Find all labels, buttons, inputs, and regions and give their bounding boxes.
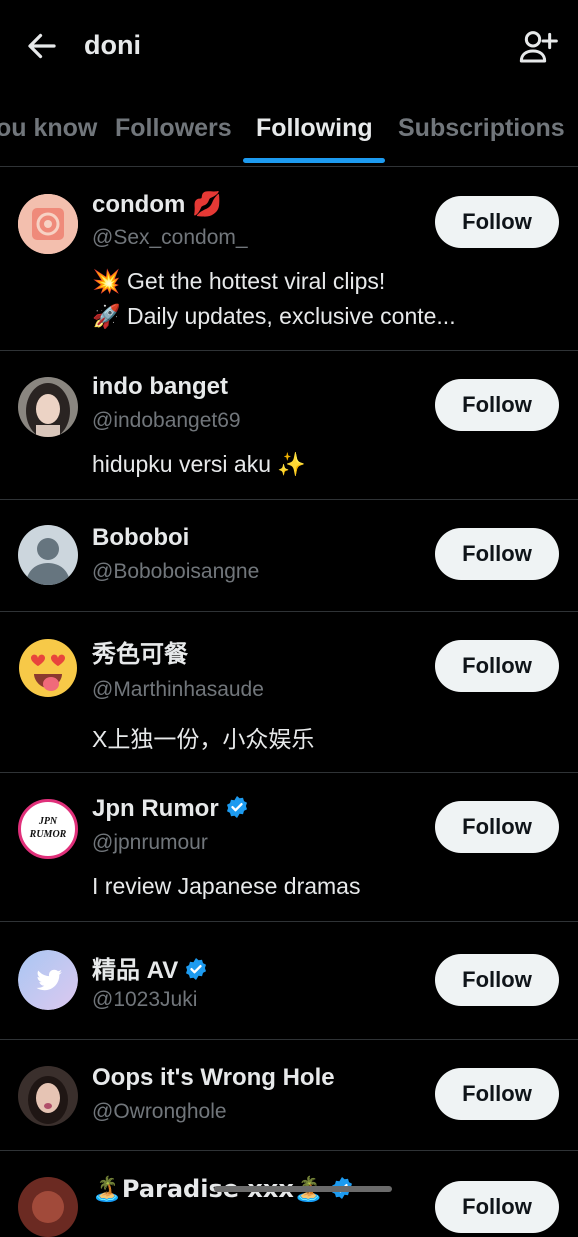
user-bio: X上独一份，小众娱乐 <box>92 726 315 752</box>
verified-badge-icon <box>186 958 207 980</box>
tab-bar: ou know Followers Following Subscription… <box>0 96 578 167</box>
follow-button[interactable]: Follow <box>435 1181 559 1233</box>
user-bio: 💥 Get the hottest viral clips! 🚀 Daily u… <box>92 268 456 329</box>
add-user-icon[interactable] <box>518 26 558 66</box>
default-avatar-icon[interactable] <box>18 525 78 585</box>
avatar[interactable] <box>18 377 78 437</box>
user-name[interactable]: Oops it's Wrong Hole <box>92 1064 335 1092</box>
avatar[interactable] <box>18 1066 78 1126</box>
list-item[interactable]: 精品 AV @1023Juki Follow <box>0 922 578 1040</box>
follow-button[interactable]: Follow <box>435 379 559 431</box>
heart-eyes-emoji-avatar[interactable] <box>18 638 78 698</box>
list-item[interactable]: condom 💋 @Sex_condom_ 💥 Get the hottest … <box>0 168 578 351</box>
page-title: doni <box>84 30 141 60</box>
user-name[interactable]: 秀色可餐 <box>92 634 188 669</box>
list-item[interactable]: 秀色可餐 @Marthinhasaude X上独一份，小众娱乐 Follow <box>0 612 578 773</box>
user-bio: hidupku versi aku ✨ <box>92 451 307 477</box>
list-item[interactable]: Oops it's Wrong Hole @Owronghole Follow <box>0 1040 578 1151</box>
list-item[interactable]: 🏝️Paradise xxx🏝️ Follow <box>0 1151 578 1237</box>
tab-people-you-know[interactable]: ou know <box>0 114 97 143</box>
user-name[interactable]: Boboboi <box>92 524 189 552</box>
list-item[interactable]: indo banget @indobanget69 hidupku versi … <box>0 351 578 500</box>
top-bar: doni <box>0 0 578 92</box>
scroll-indicator[interactable] <box>214 1186 392 1192</box>
avatar-text: RUMOR <box>29 829 67 840</box>
user-handle[interactable]: @Boboboisangne <box>92 560 259 584</box>
follow-button[interactable]: Follow <box>435 801 559 853</box>
tab-followers[interactable]: Followers <box>115 114 232 143</box>
user-bio: I review Japanese dramas <box>92 873 361 899</box>
avatar[interactable] <box>18 1177 78 1237</box>
user-handle[interactable]: @jpnrumour <box>92 831 208 855</box>
follow-button[interactable]: Follow <box>435 528 559 580</box>
bird-icon[interactable] <box>18 950 78 1010</box>
tab-following[interactable]: Following <box>256 114 373 143</box>
user-name[interactable]: Jpn Rumor <box>92 795 249 823</box>
arrow-left-icon[interactable] <box>24 28 60 64</box>
list-item[interactable]: Boboboi @Boboboisangne Follow <box>0 500 578 612</box>
follow-button[interactable]: Follow <box>435 1068 559 1120</box>
user-name[interactable]: condom 💋 <box>92 190 222 219</box>
avatar[interactable] <box>18 194 78 254</box>
tab-subscriptions[interactable]: Subscriptions <box>398 114 565 143</box>
follow-button[interactable]: Follow <box>435 196 559 248</box>
user-handle[interactable]: @Owronghole <box>92 1100 227 1124</box>
verified-badge-icon <box>226 796 247 818</box>
follow-button[interactable]: Follow <box>435 640 559 692</box>
user-name[interactable]: 精品 AV <box>92 950 208 985</box>
user-handle[interactable]: @indobanget69 <box>92 409 241 433</box>
user-handle[interactable]: @Marthinhasaude <box>92 678 264 702</box>
user-name[interactable]: indo banget <box>92 373 228 401</box>
list-item[interactable]: JPN RUMOR Jpn Rumor @jpnrumour I review … <box>0 773 578 922</box>
user-handle[interactable]: @1023Juki <box>92 988 197 1012</box>
follow-button[interactable]: Follow <box>435 954 559 1006</box>
avatar[interactable]: JPN RUMOR <box>18 799 78 859</box>
avatar-text: JPN <box>38 816 58 827</box>
active-tab-indicator <box>243 158 385 163</box>
user-handle[interactable]: @Sex_condom_ <box>92 226 248 250</box>
